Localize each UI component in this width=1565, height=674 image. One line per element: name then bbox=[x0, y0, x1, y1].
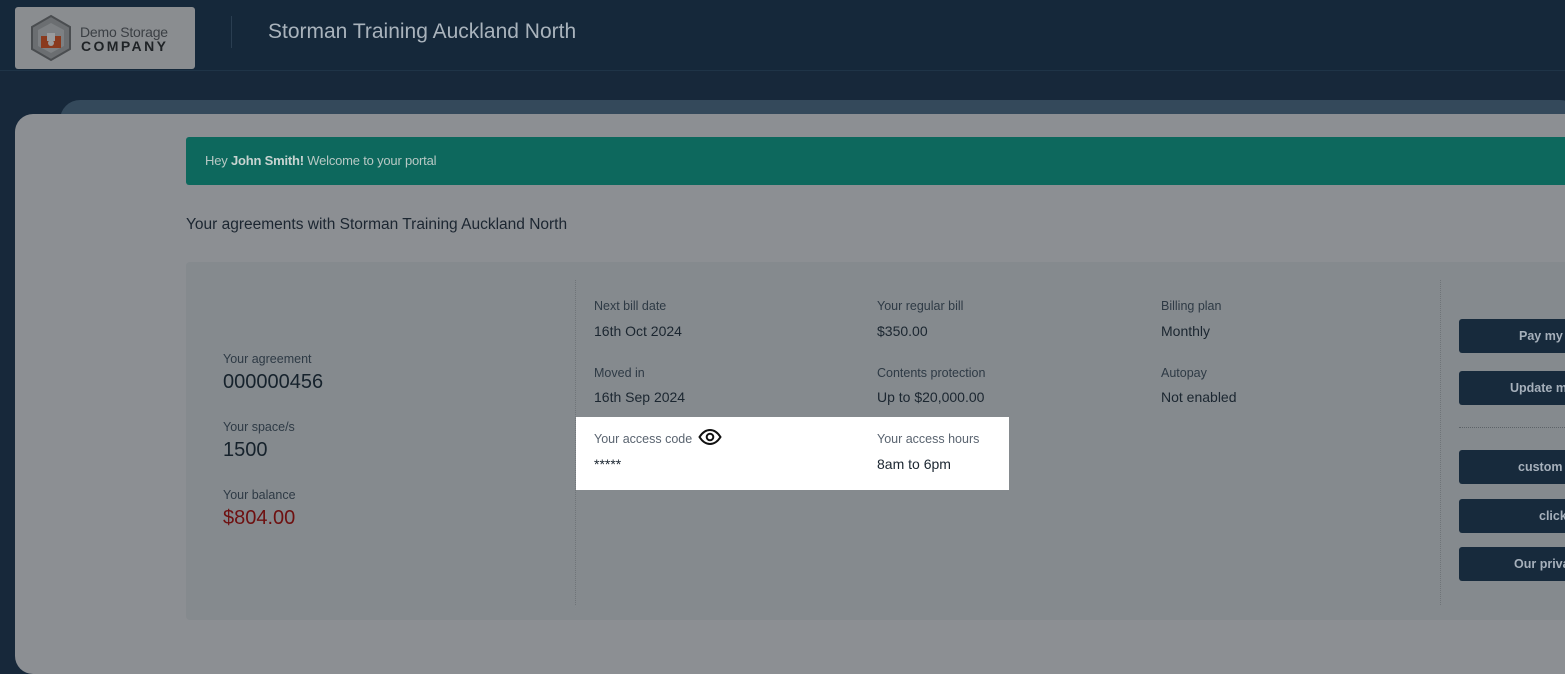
access-hours-value: 8am to 6pm bbox=[877, 456, 951, 472]
autopay-value: Not enabled bbox=[1161, 389, 1237, 405]
pay-button-label: Pay my bbox=[1519, 329, 1563, 343]
contents-protection-value: Up to $20,000.00 bbox=[877, 389, 985, 405]
logo-text-line2: COMPANY bbox=[81, 38, 169, 54]
billing-plan-label: Billing plan bbox=[1161, 299, 1222, 313]
space-value: 1500 bbox=[223, 439, 268, 461]
logo-icon bbox=[31, 14, 71, 62]
welcome-prefix: Hey bbox=[205, 153, 228, 168]
button-divider bbox=[1459, 427, 1565, 428]
balance-label: Your balance bbox=[223, 488, 296, 502]
agreement-label: Your agreement bbox=[223, 352, 312, 366]
header-divider bbox=[231, 16, 232, 48]
autopay-label: Autopay bbox=[1161, 366, 1207, 380]
eye-icon[interactable] bbox=[698, 428, 722, 450]
agreement-number: 000000456 bbox=[223, 371, 324, 393]
click-button-label: click bbox=[1539, 509, 1565, 523]
company-logo[interactable]: Demo Storage COMPANY bbox=[15, 7, 195, 69]
billing-plan-value: Monthly bbox=[1161, 323, 1211, 339]
column-divider-right bbox=[1440, 280, 1441, 605]
welcome-message: Welcome to your portal bbox=[307, 153, 437, 168]
access-info-highlight: Your access code ***** Your access hours… bbox=[576, 417, 1009, 490]
welcome-banner: Hey John Smith! Welcome to your portal bbox=[186, 137, 1565, 185]
custom-button-label: custom bbox=[1518, 460, 1563, 474]
contents-protection-label: Contents protection bbox=[877, 366, 986, 380]
privacy-button[interactable]: Our priva bbox=[1459, 547, 1565, 581]
regular-bill-label: Your regular bill bbox=[877, 299, 964, 313]
access-code-value: ***** bbox=[594, 456, 622, 472]
next-bill-value: 16th Oct 2024 bbox=[594, 323, 682, 339]
balance-value: $804.00 bbox=[223, 507, 296, 529]
moved-in-label: Moved in bbox=[594, 366, 645, 380]
pay-button[interactable]: Pay my bbox=[1459, 319, 1565, 353]
privacy-button-label: Our priva bbox=[1514, 557, 1565, 571]
update-button[interactable]: Update m bbox=[1459, 371, 1565, 405]
update-button-label: Update m bbox=[1510, 381, 1565, 395]
custom-button[interactable]: custom bbox=[1459, 450, 1565, 484]
access-code-label: Your access code bbox=[594, 432, 693, 446]
welcome-user-name: John Smith! bbox=[230, 153, 304, 168]
access-hours-label: Your access hours bbox=[877, 432, 980, 446]
click-button[interactable]: click bbox=[1459, 499, 1565, 533]
site-title: Storman Training Auckland North bbox=[268, 20, 577, 43]
regular-bill-value: $350.00 bbox=[877, 323, 928, 339]
top-bar: Demo Storage COMPANY Storman Training Au… bbox=[0, 0, 1565, 71]
agreements-title: Your agreements with Storman Training Au… bbox=[186, 216, 568, 233]
next-bill-label: Next bill date bbox=[594, 299, 667, 313]
space-label: Your space/s bbox=[223, 420, 295, 434]
moved-in-value: 16th Sep 2024 bbox=[594, 389, 686, 405]
